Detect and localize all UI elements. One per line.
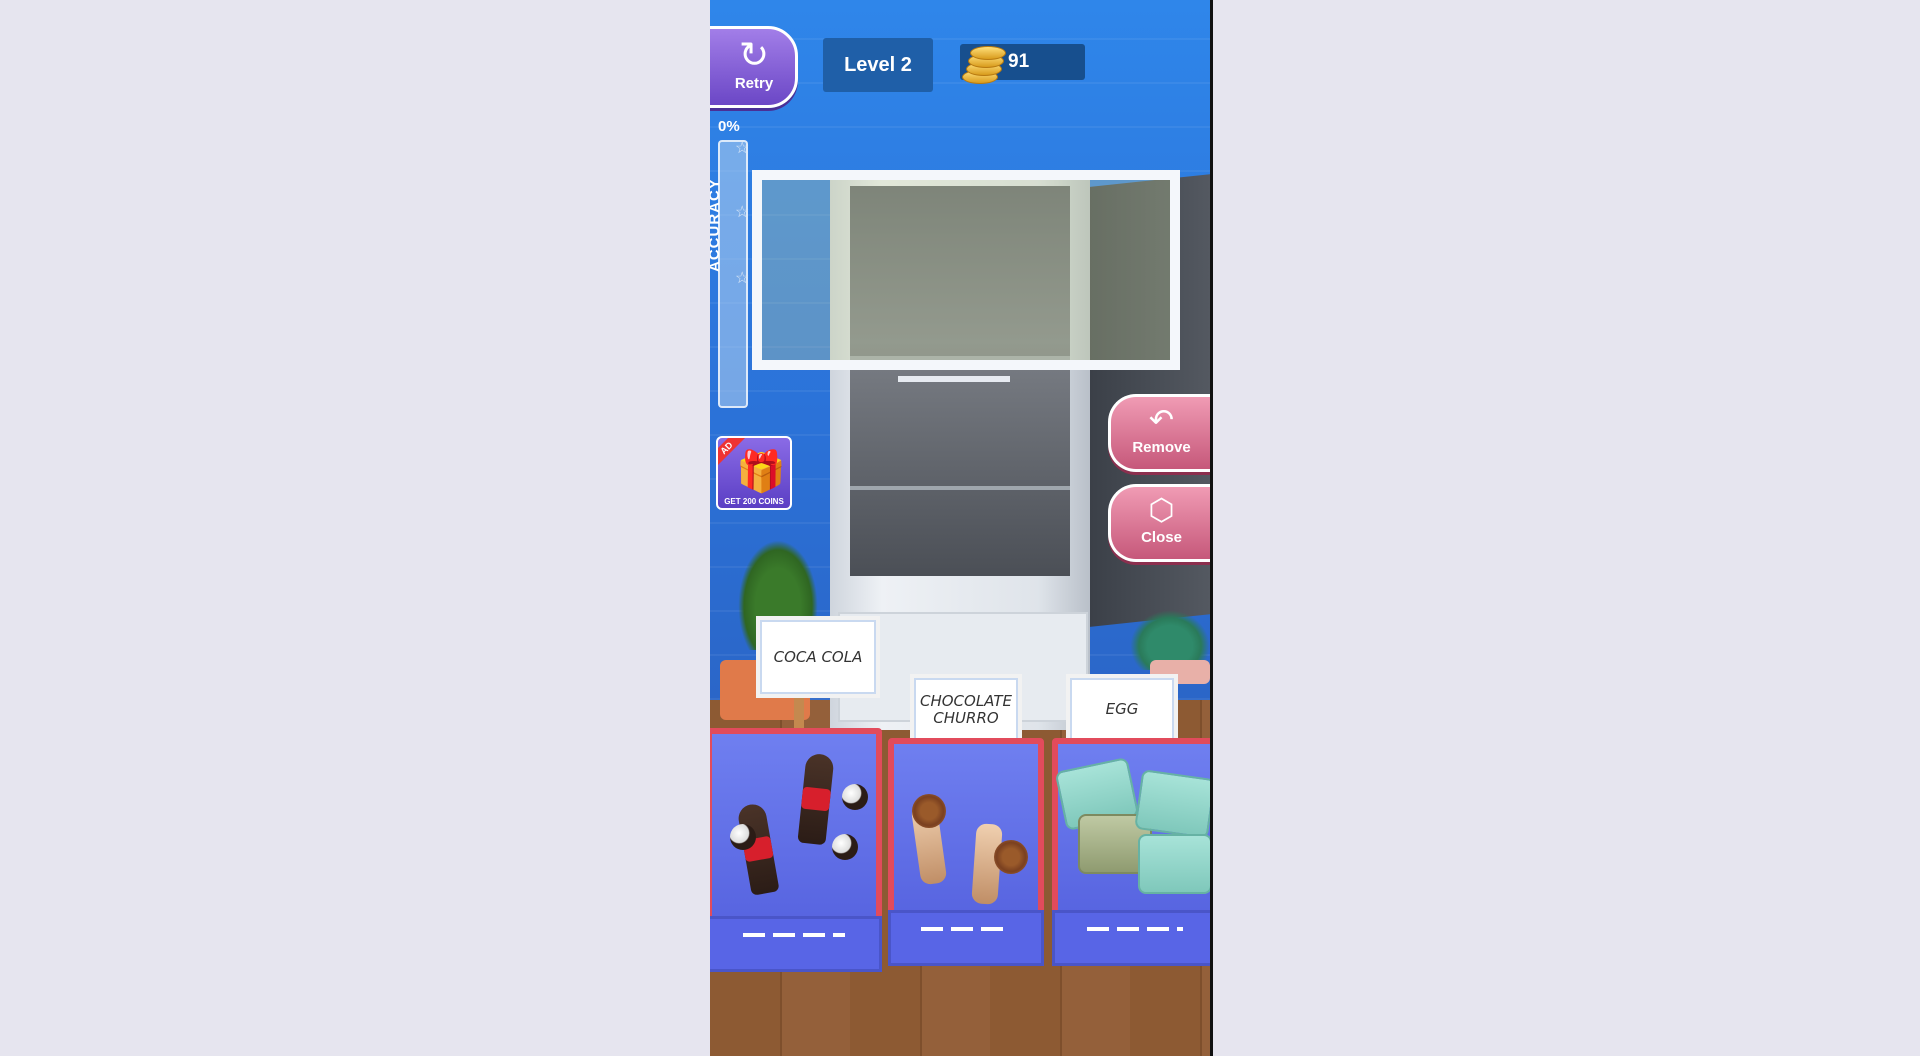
star-icon: ☆: [735, 140, 750, 157]
bin-sign-coca-cola: COCA COLA: [756, 616, 880, 698]
bin-front: [710, 916, 882, 972]
gift-icon: 🎁: [736, 450, 786, 494]
star-icon: ☆: [735, 270, 750, 287]
level-indicator: Level 2: [823, 38, 933, 92]
bin-egg[interactable]: [1052, 738, 1210, 966]
placement-frame[interactable]: [752, 170, 1180, 370]
bin-chocolate-churro[interactable]: [888, 738, 1044, 966]
game-viewport[interactable]: ↻ Retry Level 2 91 0% ☆ ☆ ☆ ACCURACY AD …: [710, 0, 1213, 1056]
cola-cap-item: [730, 824, 756, 850]
placement-frame-handle: [898, 376, 1010, 382]
bin-sign-egg: EGG: [1066, 674, 1178, 744]
churro-chocolate-top: [994, 840, 1028, 874]
retry-label: Retry: [734, 75, 774, 92]
remove-label: Remove: [1132, 439, 1191, 456]
coin-count: 91: [1008, 51, 1030, 72]
bin-coca-cola[interactable]: [710, 728, 882, 972]
bin-sign-chocolate-churro: CHOCOLATE CHURRO: [910, 674, 1022, 746]
cola-bottle-item[interactable]: [797, 752, 835, 846]
egg-carton-item[interactable]: [1138, 834, 1210, 894]
close-label: Close: [1141, 529, 1182, 546]
undo-arrow-icon: ↶: [1148, 404, 1175, 437]
accuracy-percent: 0%: [718, 118, 740, 135]
box-icon: ⬡: [1148, 494, 1175, 527]
close-button[interactable]: ⬡ Close: [1108, 484, 1210, 562]
egg-carton-item[interactable]: [1134, 769, 1210, 839]
coin-stack-icon: [960, 40, 1006, 86]
remove-button[interactable]: ↶ Remove: [1108, 394, 1210, 472]
churro-chocolate-top: [912, 794, 946, 828]
bin-front: [1052, 910, 1210, 966]
cola-cap-item: [832, 834, 858, 860]
star-icon: ☆: [735, 204, 750, 221]
bin-front: [888, 910, 1044, 966]
gift-caption: GET 200 COINS: [724, 497, 784, 506]
cola-cap-item: [842, 784, 868, 810]
refresh-icon: ↻: [738, 34, 770, 75]
retry-button[interactable]: ↻ Retry: [710, 26, 798, 108]
accuracy-label: ACCURACY: [710, 178, 723, 272]
fridge-shelf: [850, 486, 1070, 490]
gift-ad-button[interactable]: AD 🎁 GET 200 COINS: [716, 436, 792, 510]
